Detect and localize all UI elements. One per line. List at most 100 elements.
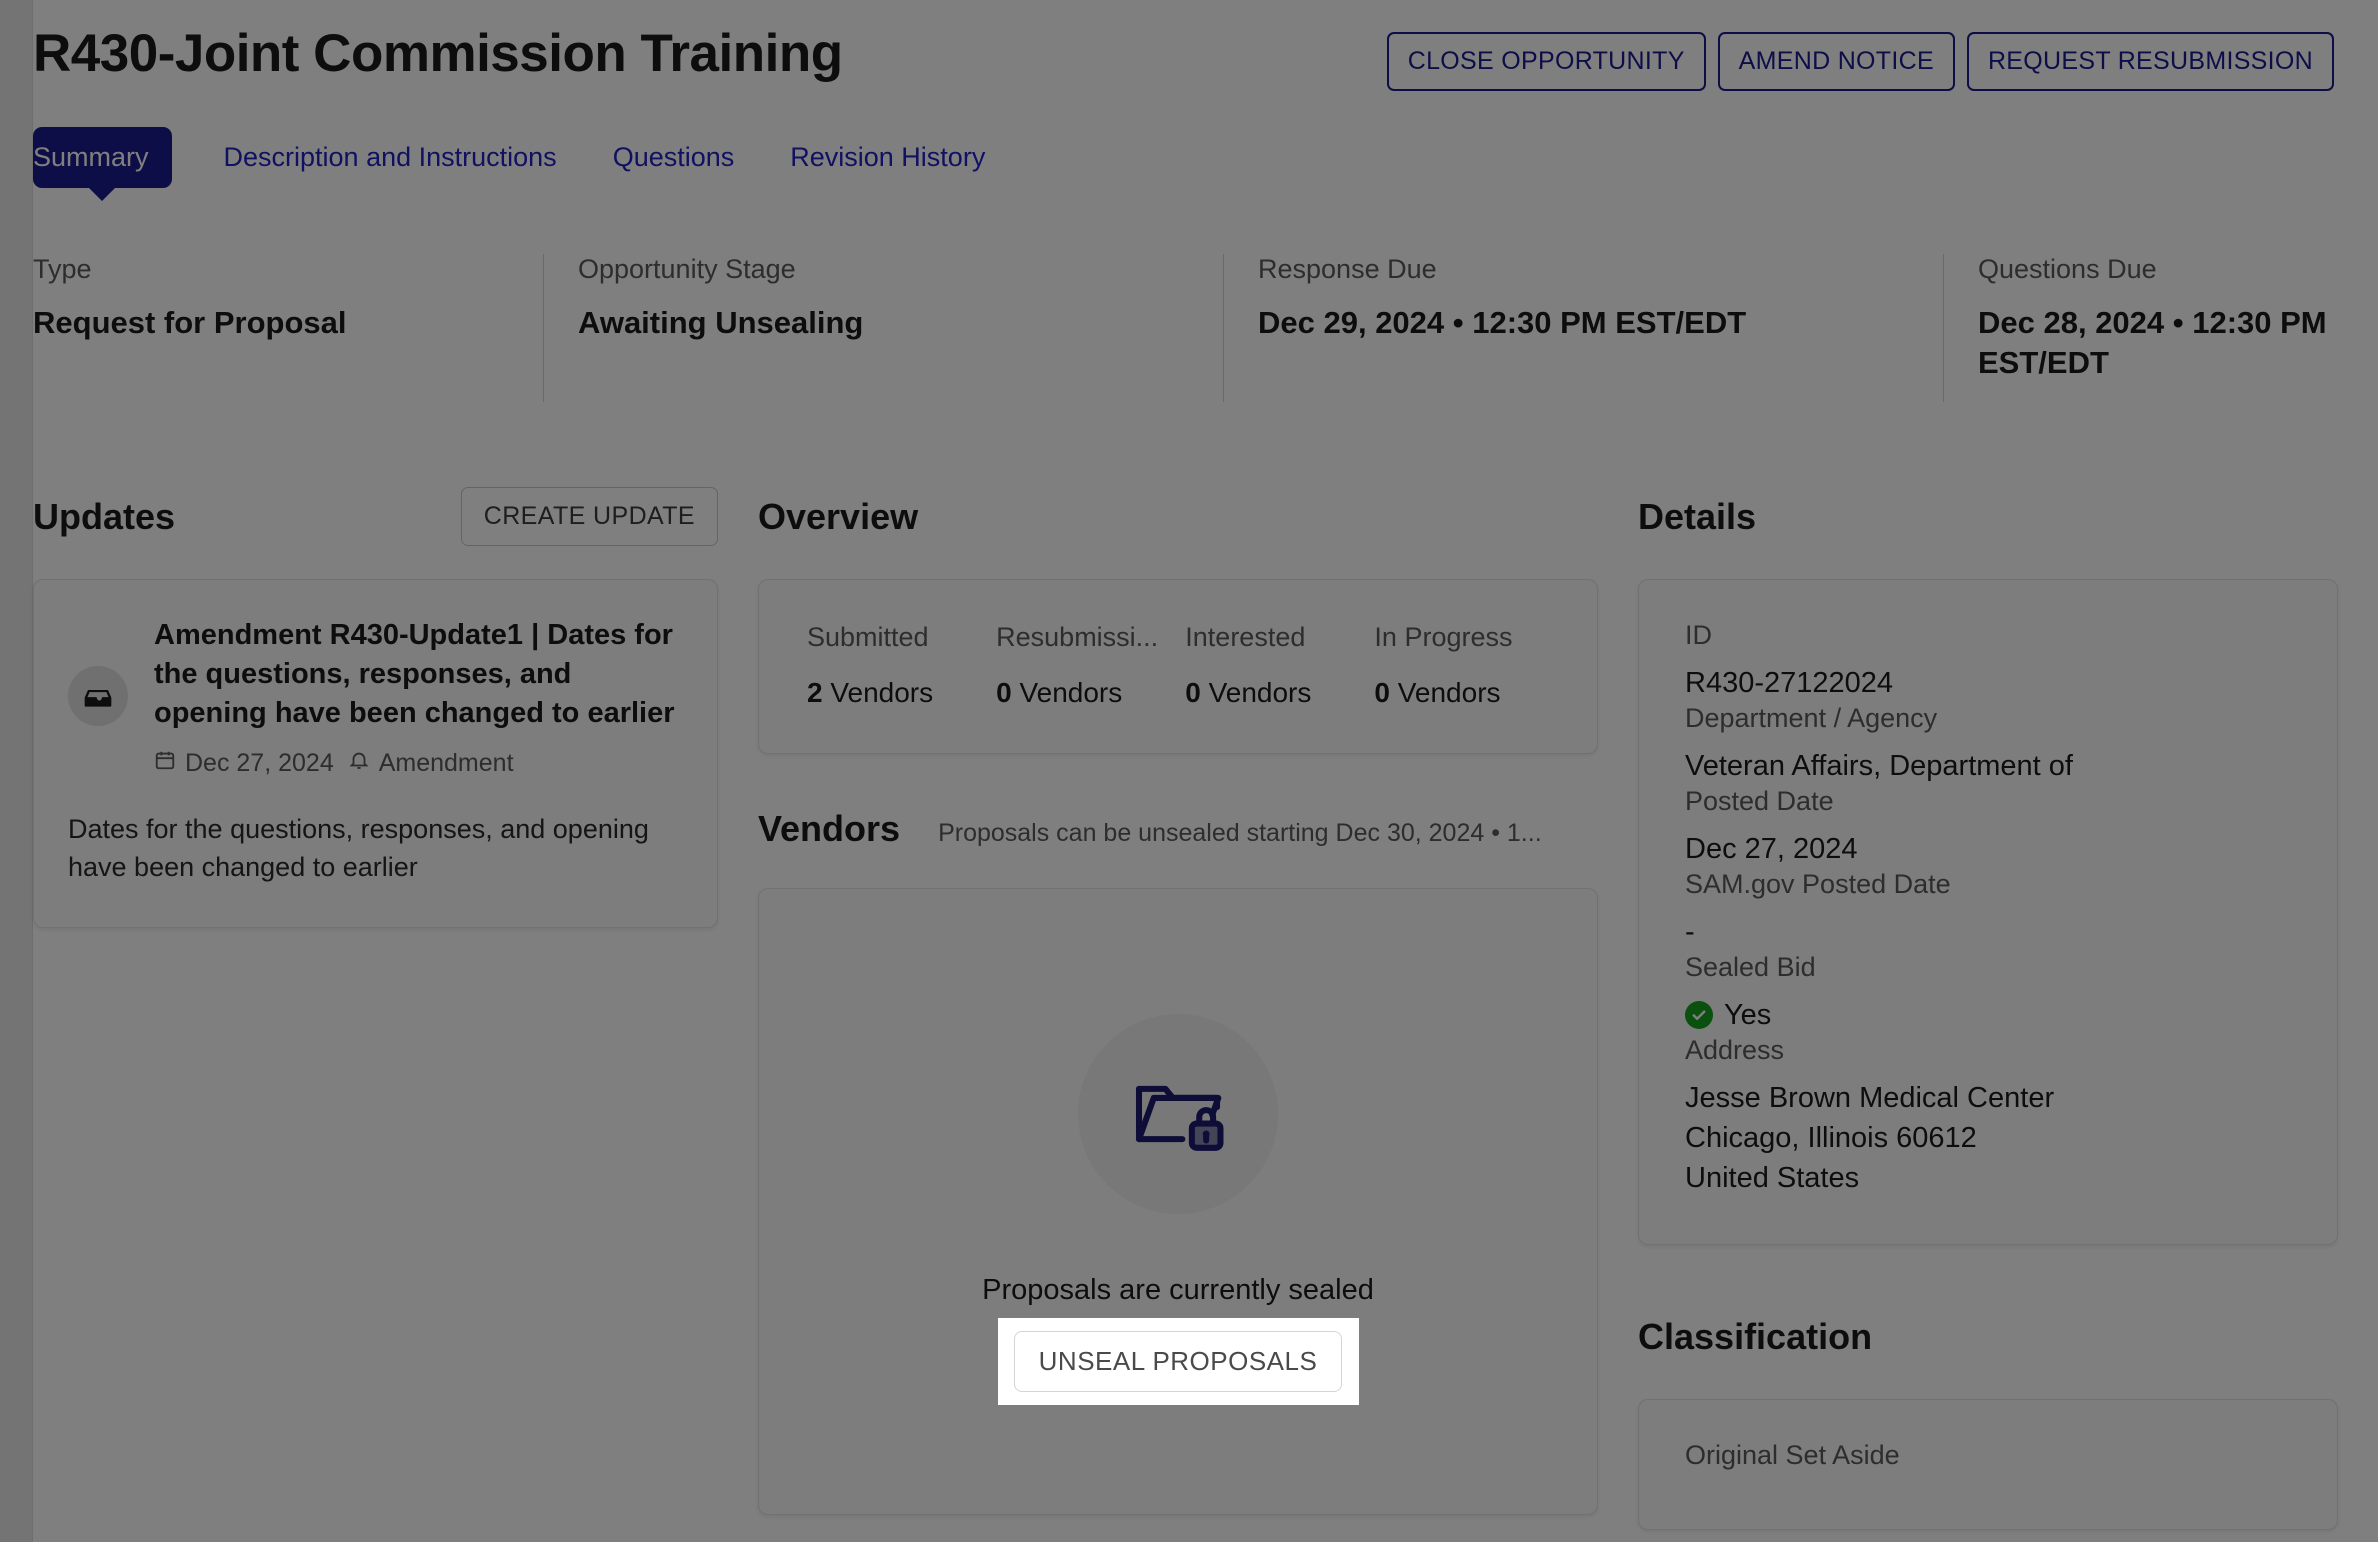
overview-stat-count: 2: [807, 676, 823, 708]
overview-stat-value: 0 Vendors: [1374, 677, 1549, 709]
response-due-label: Response Due: [1258, 254, 1437, 284]
vendors-unseal-note: Proposals can be unsealed starting Dec 3…: [938, 818, 1542, 847]
detail-value: R430-27122024: [1685, 666, 1894, 699]
classification-card: Original Set Aside: [1638, 1398, 2338, 1530]
overview-stat-interested: Interested 0 Vendors: [1185, 622, 1374, 709]
update-body: Dates for the questions, responses, and …: [68, 814, 649, 883]
details-section-header: Details: [1638, 485, 2338, 549]
detail-field-address: Address Jesse Brown Medical Center Chica…: [1685, 1035, 2291, 1198]
vendors-sealed-card: Proposals are currently sealed: [758, 887, 1598, 1515]
summary-strip: Type Request for Proposal Opportunity St…: [33, 254, 2378, 402]
overview-stat-label: Interested: [1185, 621, 1306, 652]
update-meta: Dec 27, 2024 Amendment: [154, 749, 683, 778]
detail-field-id: ID R430-27122024: [1685, 620, 2291, 703]
overview-title: Overview: [758, 495, 919, 537]
details-card: ID R430-27122024 Department / Agency Vet…: [1638, 578, 2338, 1245]
summary-field-type: Type Request for Proposal: [33, 254, 543, 402]
tab-description-and-instructions[interactable]: Description and Instructions: [196, 144, 585, 171]
detail-label: Posted Date: [1685, 785, 1834, 816]
detail-label: Department / Agency: [1685, 702, 1938, 733]
updates-section-header: Updates CREATE UPDATE: [33, 485, 718, 549]
update-tag: Amendment: [378, 749, 514, 778]
proposals-sealed-message: Proposals are currently sealed: [982, 1273, 1374, 1306]
tab-bar: Summary Description and Instructions Que…: [33, 127, 2334, 188]
page-content: R430-Joint Commission Training CLOSE OPP…: [33, 0, 2378, 1542]
overview-stat-label: Resubmissi...: [996, 621, 1159, 652]
create-update-button[interactable]: CREATE UPDATE: [460, 487, 718, 547]
request-resubmission-button[interactable]: REQUEST RESUBMISSION: [1966, 32, 2334, 91]
questions-due-label: Questions Due: [1978, 254, 2157, 284]
overview-stat-value: 0 Vendors: [996, 677, 1185, 709]
vendors-title: Vendors: [758, 807, 901, 849]
detail-label: Sealed Bid: [1685, 951, 1816, 982]
opportunity-stage-label: Opportunity Stage: [578, 254, 796, 284]
opportunity-detail-page: R430-Joint Commission Training CLOSE OPP…: [0, 0, 2378, 1542]
folder-lock-icon: [1078, 1013, 1278, 1214]
updates-title: Updates: [33, 495, 176, 537]
classification-title: Classification: [1638, 1315, 1873, 1357]
overview-stat-count: 0: [996, 676, 1012, 708]
overview-stat-label: In Progress: [1374, 621, 1513, 652]
inbox-icon: [68, 665, 128, 726]
bell-icon: [348, 749, 370, 778]
type-value: Request for Proposal: [33, 305, 347, 340]
details-column: Details ID R430-27122024 Department / Ag…: [1638, 485, 2338, 1530]
header-action-group: CLOSE OPPORTUNITY AMEND NOTICE REQUEST R…: [1386, 24, 2334, 91]
detail-value: -: [1685, 915, 1695, 948]
page-title: R430-Joint Commission Training: [33, 24, 843, 83]
update-date: Dec 27, 2024: [185, 749, 334, 778]
overview-stat-submitted: Submitted 2 Vendors: [807, 622, 996, 709]
overview-stat-unit: Vendors: [1019, 676, 1123, 708]
response-due-value: Dec 29, 2024 • 12:30 PM EST/EDT: [1258, 305, 1747, 340]
details-title: Details: [1638, 495, 1757, 537]
unseal-proposals-button[interactable]: UNSEAL PROPOSALS: [1013, 1330, 1343, 1392]
update-title: Amendment R430-Update1 | Dates for the q…: [154, 618, 675, 729]
opportunity-stage-value: Awaiting Unsealing: [578, 305, 864, 340]
overview-stat-unit: Vendors: [1397, 676, 1501, 708]
close-opportunity-button[interactable]: CLOSE OPPORTUNITY: [1386, 32, 1706, 91]
detail-field-samgov-posted-date: SAM.gov Posted Date -: [1685, 869, 2291, 952]
overview-section-header: Overview: [758, 485, 1598, 549]
sealed-bid-value: Yes: [1685, 995, 2291, 1035]
left-nav-rail: [0, 0, 33, 1542]
updates-column: Updates CREATE UPDATE Amendment R430-Upd…: [33, 485, 758, 1530]
tab-revision-history[interactable]: Revision History: [762, 144, 1013, 171]
check-circle-icon: [1685, 1000, 1713, 1029]
tab-summary[interactable]: Summary: [33, 127, 172, 188]
page-header: R430-Joint Commission Training CLOSE OPP…: [33, 0, 2378, 188]
detail-value: Jesse Brown Medical Center Chicago, Illi…: [1685, 1081, 2055, 1194]
classification-section-header: Classification: [1638, 1305, 2338, 1369]
overview-stat-value: 0 Vendors: [1185, 677, 1374, 709]
overview-stat-count: 0: [1374, 676, 1390, 708]
unseal-proposals-spotlight: UNSEAL PROPOSALS: [997, 1317, 1359, 1405]
overview-stat-resubmission: Resubmissi... 0 Vendors: [996, 622, 1185, 709]
sealed-bid-text: Yes: [1724, 998, 1772, 1031]
overview-stat-unit: Vendors: [830, 676, 934, 708]
overview-stat-value: 2 Vendors: [807, 677, 996, 709]
detail-label: ID: [1685, 619, 1712, 650]
classification-section: Classification Original Set Aside: [1638, 1305, 2338, 1530]
overview-stats-card: Submitted 2 Vendors Resubmissi... 0 Vend…: [758, 578, 1598, 754]
update-item-card[interactable]: Amendment R430-Update1 | Dates for the q…: [33, 578, 718, 928]
detail-value: Veteran Affairs, Department of: [1685, 749, 2073, 782]
detail-value: Dec 27, 2024: [1685, 832, 1858, 865]
overview-stat-label: Submitted: [807, 621, 929, 652]
detail-label: Address: [1685, 1034, 1785, 1065]
overview-stat-count: 0: [1185, 676, 1201, 708]
overview-stat-in-progress: In Progress 0 Vendors: [1374, 622, 1549, 709]
detail-field-posted-date: Posted Date Dec 27, 2024: [1685, 786, 2291, 869]
detail-field-department-agency: Department / Agency Veteran Affairs, Dep…: [1685, 703, 2291, 786]
tab-questions[interactable]: Questions: [585, 144, 763, 171]
summary-field-opportunity-stage: Opportunity Stage Awaiting Unsealing: [543, 254, 1223, 402]
summary-field-questions-due: Questions Due Dec 28, 2024 • 12:30 PM ES…: [1943, 254, 2373, 402]
summary-field-response-due: Response Due Dec 29, 2024 • 12:30 PM EST…: [1223, 254, 1943, 402]
overview-stat-unit: Vendors: [1208, 676, 1312, 708]
type-label: Type: [33, 254, 92, 284]
vendors-section-header: Vendors Proposals can be unsealed starti…: [758, 808, 1598, 858]
detail-label: SAM.gov Posted Date: [1685, 868, 1951, 899]
questions-due-value: Dec 28, 2024 • 12:30 PM EST/EDT: [1978, 305, 2327, 381]
detail-field-sealed-bid: Sealed Bid Yes: [1685, 952, 2291, 1035]
original-set-aside-label: Original Set Aside: [1685, 1439, 1900, 1470]
amend-notice-button[interactable]: AMEND NOTICE: [1717, 32, 1955, 91]
calendar-icon: [154, 749, 176, 778]
